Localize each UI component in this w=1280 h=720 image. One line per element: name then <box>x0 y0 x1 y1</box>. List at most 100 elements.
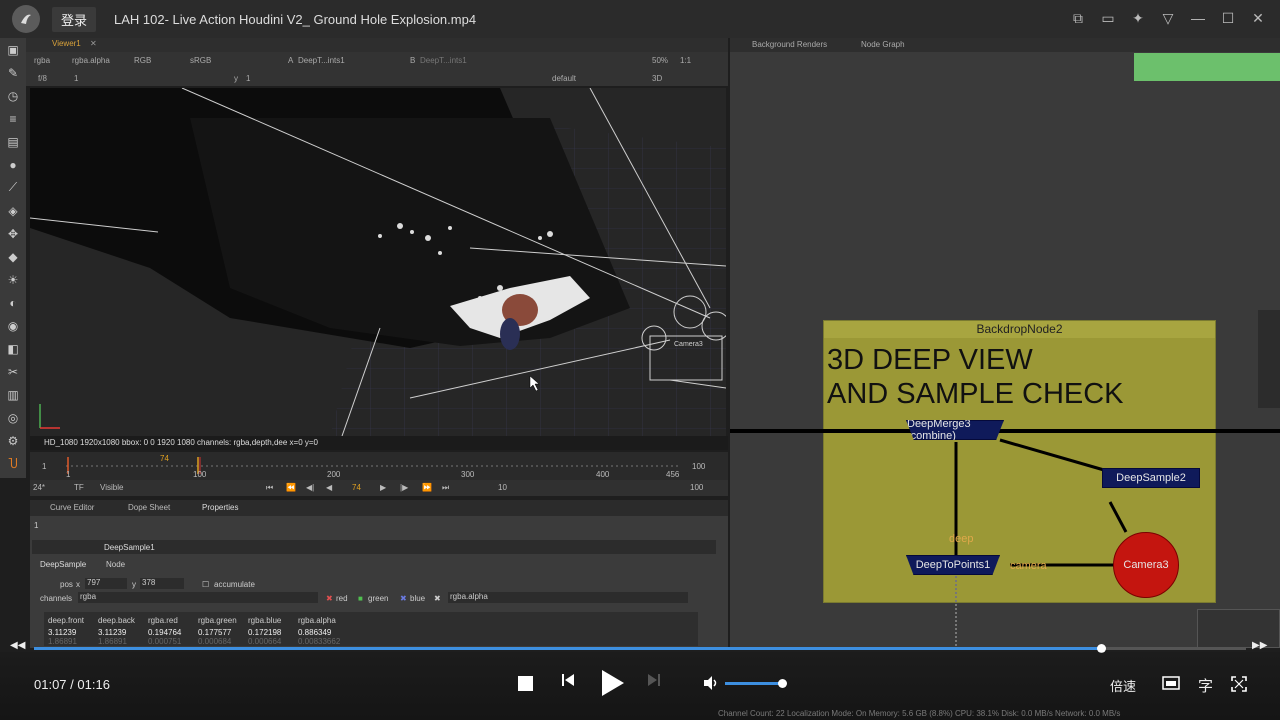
gamma-field[interactable]: 1 <box>246 74 250 83</box>
node-graph[interactable]: BackdropNode2 3D DEEP VIEW AND SAMPLE CH… <box>730 52 1280 648</box>
fps-select[interactable]: 24* <box>33 483 45 492</box>
tab-node-graph[interactable]: Node Graph <box>861 40 905 49</box>
lut-select[interactable]: sRGB <box>190 56 211 65</box>
time-tool-icon[interactable]: ◷ <box>0 84 26 107</box>
side-panel-toggle[interactable] <box>1258 310 1280 408</box>
step-forward-icon[interactable]: |▶ <box>400 483 408 492</box>
tab-viewer1[interactable]: Viewer1 <box>52 39 81 48</box>
tf-select[interactable]: TF <box>74 483 84 492</box>
alpha-select[interactable]: rgba.alpha <box>448 592 688 603</box>
accumulate-checkbox[interactable]: ☐ <box>202 580 209 589</box>
node-deep-to-points[interactable]: DeepToPoints1 <box>906 555 1000 575</box>
gain-field[interactable]: 1 <box>74 74 78 83</box>
previous-button[interactable] <box>560 672 576 688</box>
close-icon[interactable]: ✕ <box>1250 9 1266 27</box>
video-progress-bar[interactable] <box>34 644 1246 653</box>
3d-tool-icon[interactable]: ◆ <box>0 245 26 268</box>
metadata-tool-icon[interactable]: ◉ <box>0 314 26 337</box>
close-tab-icon[interactable]: ✕ <box>90 39 97 48</box>
color-tool-icon[interactable]: ▤ <box>0 130 26 153</box>
seek-back-icon[interactable]: ◀◀ <box>10 640 25 651</box>
maximize-icon[interactable]: ☐ <box>1220 9 1236 27</box>
keyer-tool-icon[interactable]: ⟋ <box>0 176 26 199</box>
channels-select[interactable]: rgba <box>78 592 318 603</box>
tab-dope-sheet[interactable]: Dope Sheet <box>128 503 170 512</box>
next-key-icon[interactable]: ⏩ <box>422 483 432 492</box>
step-back-icon[interactable]: ◀| <box>306 483 314 492</box>
play-button[interactable] <box>600 668 626 698</box>
pipe-label-camera: camera <box>1010 560 1047 572</box>
subtitle-button[interactable]: 字 <box>1198 675 1213 696</box>
node-deep-merge[interactable]: DeepMerge3 (combine) <box>906 420 1004 440</box>
settings-tool-icon[interactable]: ⚙ <box>0 429 26 452</box>
merge-tool-icon[interactable]: ◈ <box>0 199 26 222</box>
view-mode-select[interactable]: 3D <box>652 74 662 83</box>
colorspace-select[interactable]: RGB <box>134 56 151 65</box>
tab-node[interactable]: Node <box>106 560 125 569</box>
channel-tool-icon[interactable]: ≡ <box>0 107 26 130</box>
deep-tool-icon[interactable]: ◐ <box>0 291 26 314</box>
prev-key-icon[interactable]: ⏪ <box>286 483 296 492</box>
toolsets-tool-icon[interactable]: ◧ <box>0 337 26 360</box>
volume-knob[interactable] <box>778 679 787 688</box>
end-frame-field[interactable]: 100 <box>690 483 703 492</box>
play-forward-icon[interactable]: ▶ <box>380 483 386 492</box>
go-end-icon[interactable]: ⏭ <box>442 483 449 493</box>
speed-button[interactable]: 倍速 <box>1110 676 1136 695</box>
other-tool-icon[interactable]: ✂ <box>0 360 26 383</box>
seek-forward-icon[interactable]: ▶▶ <box>1252 640 1267 651</box>
volume-icon[interactable] <box>703 675 719 691</box>
stop-button[interactable] <box>518 676 533 691</box>
node-pipes <box>954 438 1128 648</box>
blue-checkbox[interactable]: ✖ <box>400 594 407 603</box>
furnace-tool-icon[interactable]: ▥ <box>0 383 26 406</box>
go-start-icon[interactable]: ⏮ <box>266 483 273 493</box>
red-checkbox[interactable]: ✖ <box>326 594 333 603</box>
tab-deepsample[interactable]: DeepSample <box>40 560 86 569</box>
ratio-select[interactable]: 1:1 <box>680 56 691 65</box>
filter-tool-icon[interactable]: ● <box>0 153 26 176</box>
screenshot-icon[interactable]: ⧉ <box>1070 9 1086 27</box>
pos-y-field[interactable]: 378 <box>140 578 184 589</box>
fullscreen-icon[interactable] <box>1230 675 1248 693</box>
visible-select[interactable]: Visible <box>100 483 123 492</box>
login-button[interactable]: 登录 <box>52 6 97 32</box>
alpha-select[interactable]: rgba.alpha <box>72 56 110 65</box>
pin-icon[interactable]: ✦ <box>1130 9 1146 27</box>
tick-1: 1 <box>66 470 71 479</box>
step-field[interactable]: 10 <box>498 483 507 492</box>
node-graph-minimap[interactable] <box>1197 609 1280 648</box>
green-checkbox[interactable]: ■ <box>358 594 363 603</box>
ocula-tool-icon[interactable]: ◎ <box>0 406 26 429</box>
timeline[interactable]: 1 1 100 200 300 400 456 74 100 <box>30 452 728 480</box>
channel-select[interactable]: rgba <box>34 56 50 65</box>
minimize-icon[interactable]: — <box>1190 9 1206 27</box>
input-b-select[interactable]: DeepT...ints1 <box>420 56 467 65</box>
zoom-select[interactable]: 50% <box>652 56 668 65</box>
volume-slider[interactable] <box>725 682 784 685</box>
pos-x-field[interactable]: 797 <box>85 578 127 589</box>
views-tool-icon[interactable]: ☀ <box>0 268 26 291</box>
collapse-icon[interactable]: ▽ <box>1160 9 1176 27</box>
viewer-3d-viewport[interactable]: Camera3 <box>30 88 726 436</box>
plugin-tool-icon[interactable]: Ⴎ <box>0 452 26 475</box>
play-back-icon[interactable]: ◀ <box>326 483 332 492</box>
next-button[interactable] <box>646 672 662 688</box>
fstop-field[interactable]: f/8 <box>38 74 47 83</box>
picture-in-picture-icon[interactable] <box>1162 675 1180 691</box>
transform-tool-icon[interactable]: ✥ <box>0 222 26 245</box>
tab-curve-editor[interactable]: Curve Editor <box>50 503 94 512</box>
node-camera[interactable]: Camera3 <box>1113 532 1179 598</box>
image-tool-icon[interactable]: ▣ <box>0 38 26 61</box>
node-name-field[interactable]: DeepSample1 <box>104 543 155 552</box>
tab-background-renders[interactable]: Background Renders <box>752 40 827 49</box>
node-deep-sample[interactable]: DeepSample2 <box>1102 468 1200 488</box>
tab-properties[interactable]: Properties <box>202 503 238 512</box>
alpha-checkbox[interactable]: ✖ <box>434 594 441 603</box>
nuke-status-bar: Channel Count: 22 Localization Mode: On … <box>718 709 1121 718</box>
draw-tool-icon[interactable]: ✎ <box>0 61 26 84</box>
default-select[interactable]: default <box>552 74 576 83</box>
folder-icon[interactable]: ▭ <box>1100 9 1116 27</box>
frame-field[interactable]: 74 <box>352 483 361 492</box>
input-a-select[interactable]: DeepT...ints1 <box>298 56 345 65</box>
